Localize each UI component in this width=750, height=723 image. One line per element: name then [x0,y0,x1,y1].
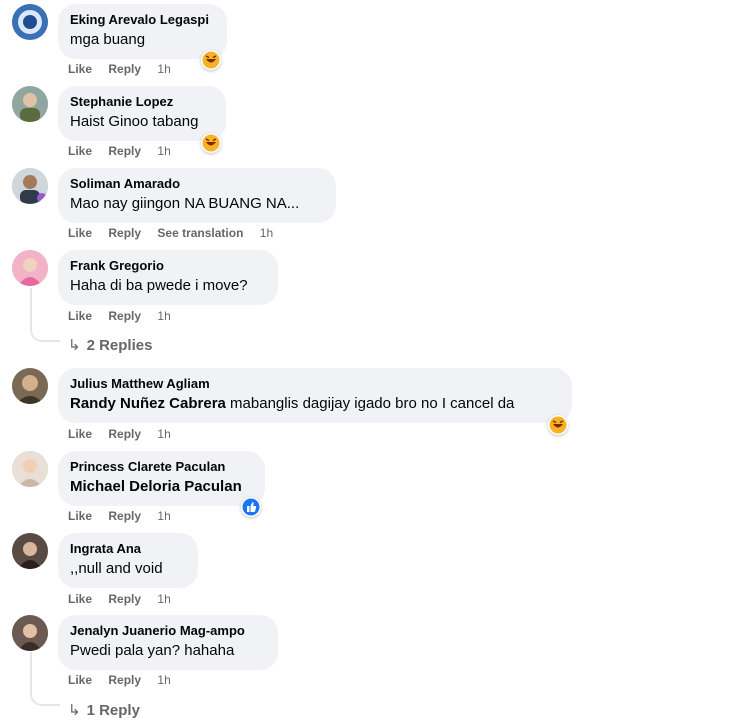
comment-bubble: Soliman Amarado Mao nay giingon NA BUANG… [58,168,336,223]
haha-reaction-icon[interactable] [201,50,221,70]
like-reaction-icon[interactable] [241,497,261,517]
haha-reaction-icon[interactable] [548,415,568,435]
comment-author[interactable]: Eking Arevalo Legaspi [70,12,215,28]
avatar[interactable] [12,168,48,204]
timestamp[interactable]: 1h [157,144,170,158]
comment-author[interactable]: Soliman Amarado [70,176,324,192]
comment-actions: Like Reply 1h [68,62,184,76]
comment-author[interactable]: Ingrata Ana [70,541,186,557]
comment-author[interactable]: Julius Matthew Agliam [70,376,560,392]
comment-text: Mao nay giingon NA BUANG NA... [70,195,300,212]
like-button[interactable]: Like [68,226,92,240]
comment-actions: Like Reply 1h [68,427,184,441]
comment-text: Pwedi pala yan? hahaha [70,642,235,659]
like-button[interactable]: Like [68,144,92,158]
like-button[interactable]: Like [68,592,92,606]
avatar[interactable] [12,615,48,651]
comment-bubble: Frank Gregorio Haha di ba pwede i move? [58,250,278,305]
comment-bubble: Princess Clarete Paculan Michael Deloria… [58,451,265,506]
like-button[interactable]: Like [68,427,92,441]
reply-arrow-icon: ↳ [68,702,81,719]
timestamp[interactable]: 1h [157,62,170,76]
comment-bubble: Julius Matthew Agliam Randy Nuñez Cabrer… [58,368,572,423]
comment-actions: Like Reply 1h [68,592,184,606]
comment-bubble: Jenalyn Juanerio Mag-ampo Pwedi pala yan… [58,615,278,670]
comment-actions: Like Reply 1h [68,509,184,523]
avatar[interactable] [12,86,48,122]
comment-text: ,,null and void [70,560,163,577]
comment-actions: Like Reply See translation 1h [68,226,286,240]
reply-arrow-icon: ↳ [68,337,81,354]
mention-link[interactable]: Michael Deloria Paculan [70,477,253,497]
timestamp[interactable]: 1h [157,673,170,687]
avatar[interactable] [12,368,48,404]
like-button[interactable]: Like [68,62,92,76]
replies-count: 2 Replies [86,337,153,354]
comment-text: Haist Ginoo tabang [70,113,199,130]
reply-button[interactable]: Reply [108,592,141,606]
timestamp[interactable]: 1h [157,592,170,606]
comment-text: mga buang [70,31,146,48]
comment-actions: Like Reply 1h [68,673,184,687]
comment-actions: Like Reply 1h [68,144,184,158]
timestamp[interactable]: 1h [157,427,170,441]
reply-button[interactable]: Reply [108,144,141,158]
comment-author[interactable]: Princess Clarete Paculan [70,459,253,475]
reply-button[interactable]: Reply [108,509,141,523]
reply-button[interactable]: Reply [108,62,141,76]
comment-actions: Like Reply 1h [68,309,184,323]
reply-button[interactable]: Reply [108,427,141,441]
replies-count: 1 Reply [86,702,140,719]
reply-button[interactable]: Reply [108,309,141,323]
avatar[interactable] [12,533,48,569]
like-button[interactable]: Like [68,309,92,323]
comment-text: Randy Nuñez Cabrera mabanglis dagijay ig… [70,394,560,414]
mention-link[interactable]: Randy Nuñez Cabrera [70,395,226,412]
like-button[interactable]: Like [68,673,92,687]
view-replies-link[interactable]: ↳ 2 Replies [68,336,152,354]
timestamp[interactable]: 1h [157,509,170,523]
timestamp[interactable]: 1h [157,309,170,323]
avatar[interactable] [12,4,48,40]
see-translation-button[interactable]: See translation [157,226,243,240]
comment-bubble: Ingrata Ana ,,null and void [58,533,198,588]
view-replies-link[interactable]: ↳ 1 Reply [68,701,140,719]
comment-author[interactable]: Jenalyn Juanerio Mag-ampo [70,623,266,639]
avatar[interactable] [12,451,48,487]
avatar[interactable] [12,250,48,286]
thread-curve [30,326,60,342]
thread-curve [30,690,60,706]
thread-line [30,288,32,328]
comment-author[interactable]: Frank Gregorio [70,258,266,274]
comment-text-body: mabanglis dagijay igado bro no I cancel … [225,395,515,412]
comment-author[interactable]: Stephanie Lopez [70,94,214,110]
reply-button[interactable]: Reply [108,226,141,240]
reply-button[interactable]: Reply [108,673,141,687]
comment-text: Haha di ba pwede i move? [70,277,248,294]
like-button[interactable]: Like [68,509,92,523]
thread-line [30,652,32,692]
timestamp[interactable]: 1h [260,226,273,240]
haha-reaction-icon[interactable] [201,133,221,153]
